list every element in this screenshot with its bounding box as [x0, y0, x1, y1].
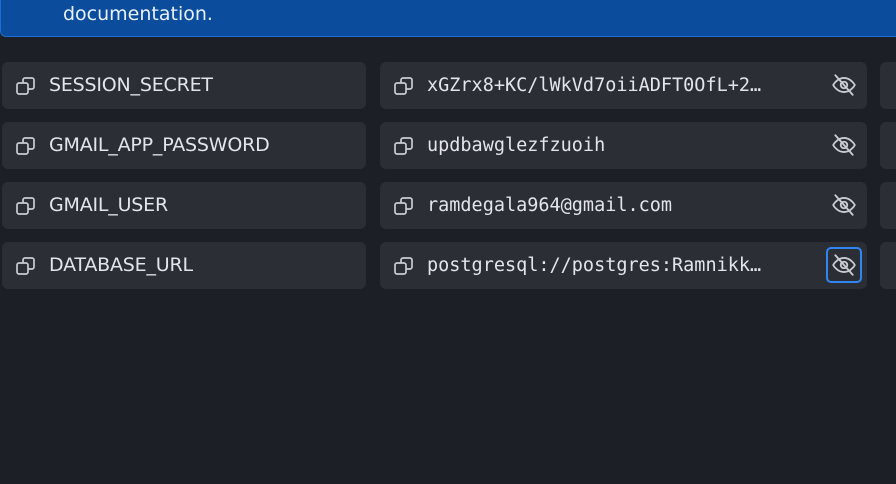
secret-key: GMAIL_APP_PASSWORD [49, 134, 270, 156]
secret-value-cell: postgresql://postgres:Ramnikk… [380, 242, 867, 289]
secret-key-cell: GMAIL_APP_PASSWORD [2, 122, 366, 169]
secret-row: SESSION_SECRET xGZrx8+KC/lWkVd7oiiADFT0O… [0, 62, 896, 110]
secret-value: updbawglezfzuoih [427, 135, 606, 156]
copy-icon[interactable] [14, 74, 38, 98]
secret-value: postgresql://postgres:Ramnikk… [427, 255, 762, 276]
eye-off-icon [831, 72, 857, 98]
eye-off-icon [831, 132, 857, 158]
secret-value-cell: xGZrx8+KC/lWkVd7oiiADFT0OfL+2… [380, 62, 867, 109]
toggle-visibility-button[interactable] [826, 67, 862, 103]
copy-icon[interactable] [392, 74, 416, 98]
secret-key: DATABASE_URL [49, 254, 193, 276]
row-actions-cell [880, 182, 896, 229]
secret-key: SESSION_SECRET [49, 74, 213, 96]
copy-icon[interactable] [392, 254, 416, 278]
copy-icon[interactable] [392, 134, 416, 158]
eye-off-icon [831, 252, 857, 278]
secret-key-cell: SESSION_SECRET [2, 62, 366, 109]
secret-value: ramdegala964@gmail.com [427, 195, 673, 216]
secret-value-cell: ramdegala964@gmail.com [380, 182, 867, 229]
secret-row: GMAIL_APP_PASSWORD updbawglezfzuoih [0, 122, 896, 170]
secret-value-cell: updbawglezfzuoih [380, 122, 867, 169]
eye-off-icon [831, 192, 857, 218]
banner-text: documentation. [63, 3, 213, 25]
toggle-visibility-button[interactable] [826, 187, 862, 223]
secret-row: DATABASE_URL postgresql://postgres:Ramni… [0, 242, 896, 290]
row-actions-cell [880, 122, 896, 169]
row-actions-cell [880, 242, 896, 289]
toggle-visibility-button[interactable] [826, 127, 862, 163]
copy-icon[interactable] [14, 194, 38, 218]
row-actions-cell [880, 62, 896, 109]
secret-key: GMAIL_USER [49, 194, 168, 216]
secret-key-cell: GMAIL_USER [2, 182, 366, 229]
copy-icon[interactable] [14, 134, 38, 158]
secret-row: GMAIL_USER ramdegala964@gmail.com [0, 182, 896, 230]
secret-key-cell: DATABASE_URL [2, 242, 366, 289]
copy-icon[interactable] [392, 194, 416, 218]
secret-value: xGZrx8+KC/lWkVd7oiiADFT0OfL+2… [427, 75, 762, 96]
toggle-visibility-button[interactable] [826, 247, 862, 283]
copy-icon[interactable] [14, 254, 38, 278]
info-banner: documentation. [0, 0, 896, 37]
